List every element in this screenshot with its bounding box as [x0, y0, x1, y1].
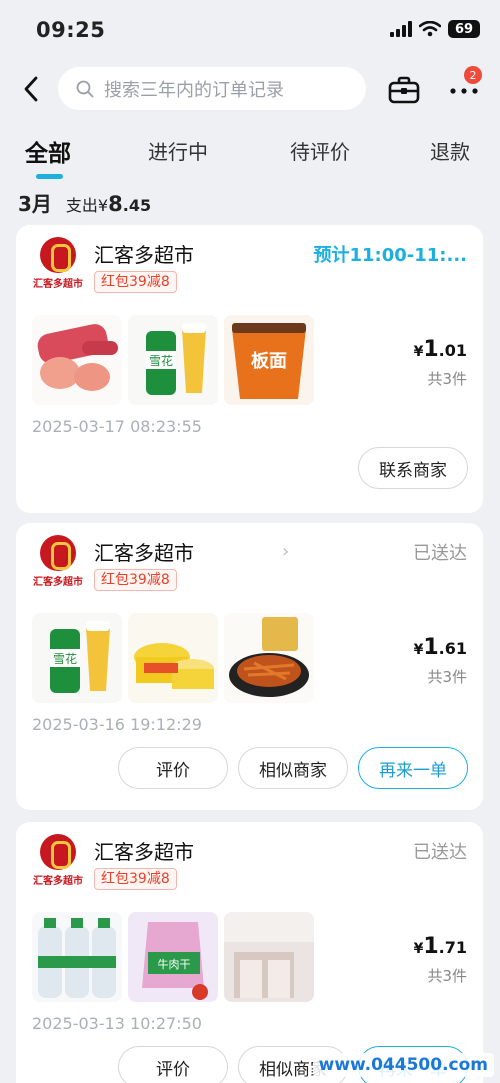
- item-image-noodle-bowl: [128, 613, 218, 703]
- item-count: 共3件: [427, 370, 467, 388]
- spend-amount: 8: [108, 192, 123, 216]
- order-status: 已送达: [413, 543, 467, 564]
- review-button[interactable]: 评价: [118, 747, 228, 789]
- month-summary: 3月 支出¥ 8 .45: [18, 188, 151, 217]
- review-button[interactable]: 评价: [118, 1046, 228, 1083]
- shop-logo: 汇客多超市: [32, 535, 84, 595]
- item-image-snow-beer: 雪花: [128, 315, 218, 405]
- order-status: 预计11:00-11:...: [313, 245, 467, 266]
- more-dots-icon: [450, 88, 478, 94]
- order-price: ¥1.71: [413, 934, 467, 959]
- order-tabs: 全部 进行中 待评价 退款: [0, 130, 500, 180]
- item-image-sausage: [32, 315, 122, 405]
- order-card[interactable]: 汇客多超市 汇客多超市 › 红包39减8 已送达 雪花 ¥1.61 共3件 20…: [16, 523, 483, 810]
- spend-decimal: .45: [122, 196, 152, 215]
- order-time: 2025-03-13 10:27:50: [32, 1014, 202, 1033]
- item-image-noodle-cup: 板面: [224, 315, 314, 405]
- watermark: www.044500.com: [312, 1053, 494, 1077]
- svg-text:雪花: 雪花: [149, 353, 173, 368]
- search-placeholder: 搜索三年内的订单记录: [104, 79, 284, 101]
- price-block: ¥1.01 共3件: [414, 337, 467, 389]
- status-icons: 69: [390, 20, 480, 38]
- item-thumbnails[interactable]: 牛肉干: [32, 912, 314, 1002]
- shop-name[interactable]: 汇客多超市: [94, 239, 194, 268]
- item-image-beef-jerky: 牛肉干: [128, 912, 218, 1002]
- shop-logo: 汇客多超市: [32, 834, 84, 894]
- signal-icon: [390, 21, 412, 37]
- search-input[interactable]: 搜索三年内的订单记录: [58, 67, 366, 110]
- order-time: 2025-03-16 19:12:29: [32, 715, 202, 734]
- status-bar: 09:25 69: [0, 0, 500, 62]
- reorder-button[interactable]: 再来一单: [358, 747, 468, 789]
- svg-text:雪花: 雪花: [53, 651, 77, 666]
- svg-text:牛肉干: 牛肉干: [158, 957, 191, 971]
- more-button[interactable]: 2: [444, 66, 484, 108]
- order-card[interactable]: 汇客多超市 汇客多超市 红包39减8 已送达 牛肉干 ¥1.71 共3件 202…: [16, 822, 483, 1083]
- header: 搜索三年内的订单记录 2: [0, 62, 500, 116]
- item-count: 共3件: [427, 668, 467, 686]
- red-packet-badge: 红包39减8: [94, 868, 177, 890]
- tab-in-progress[interactable]: 进行中: [148, 136, 208, 165]
- order-time: 2025-03-17 08:23:55: [32, 417, 202, 436]
- briefcase-icon: [388, 76, 420, 104]
- order-price: ¥1.01: [413, 337, 467, 362]
- item-thumbnails[interactable]: 雪花: [32, 613, 314, 703]
- price-block: ¥1.71 共3件: [414, 934, 467, 986]
- shop-logo: 汇客多超市: [32, 237, 84, 297]
- item-image-snow-beer: 雪花: [32, 613, 122, 703]
- tab-all[interactable]: 全部: [25, 134, 71, 168]
- item-image-spicy-strips: [224, 613, 314, 703]
- item-count: 共3件: [427, 967, 467, 985]
- active-tab-indicator: [36, 174, 63, 179]
- status-time: 09:25: [36, 18, 106, 42]
- red-packet-badge: 红包39减8: [94, 569, 177, 591]
- price-block: ¥1.61 共3件: [414, 635, 467, 687]
- item-thumbnails[interactable]: 雪花 板面: [32, 315, 314, 405]
- search-icon: [76, 80, 94, 97]
- month-label: 3月: [18, 192, 52, 216]
- chevron-right-icon: ›: [282, 541, 290, 562]
- wallet-button[interactable]: [384, 71, 424, 109]
- tab-pending-review[interactable]: 待评价: [290, 136, 350, 165]
- item-image-room-photo: [224, 912, 314, 1002]
- chevron-left-icon: [24, 76, 38, 102]
- svg-text:板面: 板面: [251, 350, 287, 372]
- item-image-water-bottles: [32, 912, 122, 1002]
- contact-merchant-button[interactable]: 联系商家: [358, 447, 468, 489]
- notification-badge: 2: [464, 66, 482, 84]
- wifi-icon: [419, 21, 441, 37]
- spend-prefix: 支出¥: [65, 196, 109, 215]
- order-card[interactable]: 汇客多超市 汇客多超市 红包39减8 预计11:00-11:... 雪花 板面 …: [16, 225, 483, 513]
- order-price: ¥1.61: [413, 635, 467, 660]
- back-button[interactable]: [14, 72, 48, 106]
- shop-name[interactable]: 汇客多超市: [94, 836, 194, 865]
- shop-name[interactable]: 汇客多超市: [94, 537, 194, 566]
- battery-icon: 69: [448, 20, 480, 38]
- tab-refund[interactable]: 退款: [430, 136, 470, 165]
- similar-merchants-button[interactable]: 相似商家: [238, 747, 348, 789]
- order-status: 已送达: [413, 842, 467, 863]
- red-packet-badge: 红包39减8: [94, 271, 177, 293]
